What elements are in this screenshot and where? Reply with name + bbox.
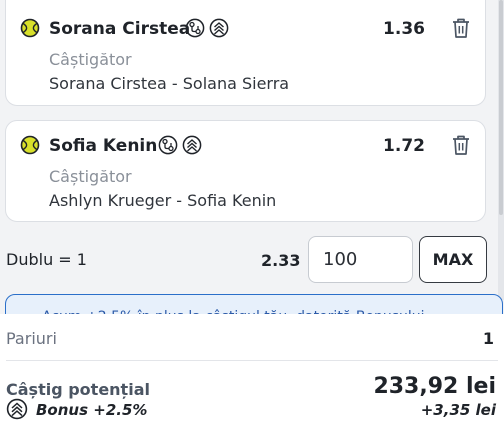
stake-input[interactable] xyxy=(308,236,413,283)
market-label: Câștigător xyxy=(49,50,132,69)
player-name: Sorana Cirstea xyxy=(49,19,191,39)
scrollbar-thumb[interactable] xyxy=(499,0,503,215)
bets-count-label: Pariuri xyxy=(6,329,57,348)
potential-win-label: Câștig potențial xyxy=(6,380,150,399)
combo-odd: 2.33 xyxy=(261,251,301,270)
divider xyxy=(6,360,498,361)
bonus-label: Bonus +2.5% xyxy=(36,401,148,419)
bets-count-value: 1 xyxy=(482,329,494,348)
max-stake-button[interactable]: MAX xyxy=(419,236,487,283)
bonus-icon xyxy=(6,398,28,420)
trash-icon[interactable] xyxy=(451,17,471,39)
tennis-ball-icon xyxy=(20,18,40,38)
scrollbar[interactable] xyxy=(498,0,504,300)
bonus-value: +3,35 lei xyxy=(420,401,496,419)
bet-builder-icon xyxy=(158,135,178,155)
bet-odd: 1.72 xyxy=(383,136,425,156)
bet-summary: Pariuri 1 Câștig potențial 233,92 lei Bo… xyxy=(0,314,504,439)
boost-icon xyxy=(182,135,202,155)
combo-label: Dublu = 1 xyxy=(6,250,87,269)
bet-builder-icon xyxy=(185,18,205,38)
player-name: Sofia Kenin xyxy=(49,136,158,156)
event-name: Ashlyn Krueger - Sofia Kenin xyxy=(49,191,277,210)
bet-odd: 1.36 xyxy=(383,19,425,39)
tennis-ball-icon xyxy=(20,135,40,155)
bet-card: Sofia Kenin 1.72 Câștigător Ashlyn Krueg… xyxy=(5,120,486,222)
trash-icon[interactable] xyxy=(451,134,471,156)
boost-icon xyxy=(209,18,229,38)
potential-win-value: 233,92 lei xyxy=(373,374,496,399)
event-name: Sorana Cirstea - Solana Sierra xyxy=(49,74,290,93)
market-label: Câștigător xyxy=(49,167,132,186)
bet-card: Sorana Cirstea 1.36 Câștigător Sorana Ci… xyxy=(5,0,486,106)
